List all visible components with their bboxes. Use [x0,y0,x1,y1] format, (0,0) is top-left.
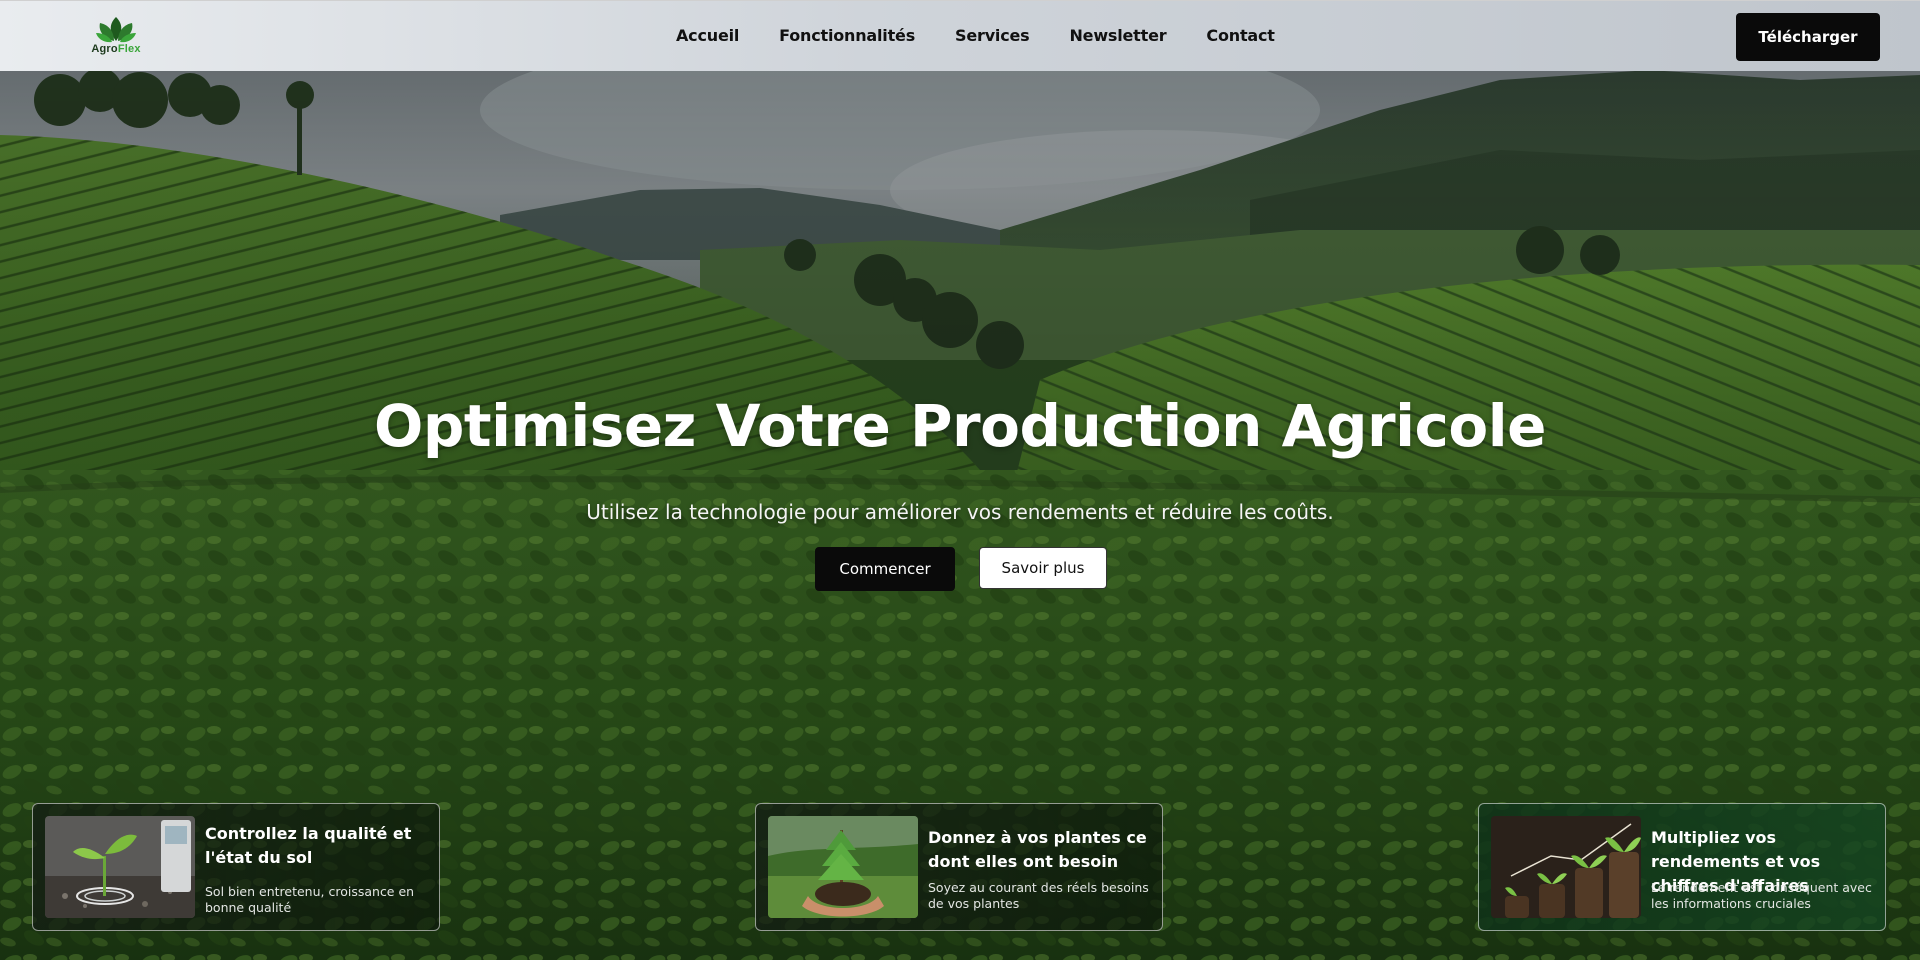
nav-item-fonctionnalites[interactable]: Fonctionnalités [779,26,915,45]
nav-item-contact[interactable]: Contact [1206,26,1275,45]
sprout-soil-sensor-image [45,816,195,918]
nav-item-newsletter[interactable]: Newsletter [1069,26,1166,45]
card-text: Le rendement est conséquent avec les inf… [1651,880,1872,911]
nav-item-services[interactable]: Services [955,26,1030,45]
hands-holding-plant-image [768,816,918,918]
top-navbar: AgroFlex Accueil Fonctionnalités Service… [0,0,1920,71]
card-title: Donnez à vos plantes ce dont elles ont b… [928,828,1147,871]
start-button[interactable]: Commencer [815,547,955,591]
card-text: Sol bien entretenu, croissance en bonne … [205,884,415,915]
download-button[interactable]: Télécharger [1736,13,1880,61]
hero-subtitle: Utilisez la technologie pour améliorer v… [586,500,1334,524]
feature-card-soil[interactable]: Controllez la qualité et l'état du sol S… [32,803,440,931]
agroflex-logo[interactable]: AgroFlex [86,15,146,61]
main-nav: Accueil Fonctionnalités Services Newslet… [676,26,1275,45]
feature-card-plant-needs[interactable]: Donnez à vos plantes ce dont elles ont b… [755,803,1163,931]
learn-more-button[interactable]: Savoir plus [979,547,1107,589]
brand-name: AgroFlex [91,43,141,55]
nav-item-accueil[interactable]: Accueil [676,26,739,45]
feature-card-yield[interactable]: Multipliez vos rendements et vos chiffre… [1478,803,1886,931]
hero-actions: Commencer Savoir plus [815,547,1107,591]
leaf-logo-icon [96,17,136,43]
growing-plants-coins-image [1491,816,1641,918]
hero-title: Optimisez Votre Production Agricole [374,392,1546,460]
card-text: Soyez au courant des réels besoins de vo… [928,880,1149,911]
card-title: Controllez la qualité et l'état du sol [205,824,412,867]
